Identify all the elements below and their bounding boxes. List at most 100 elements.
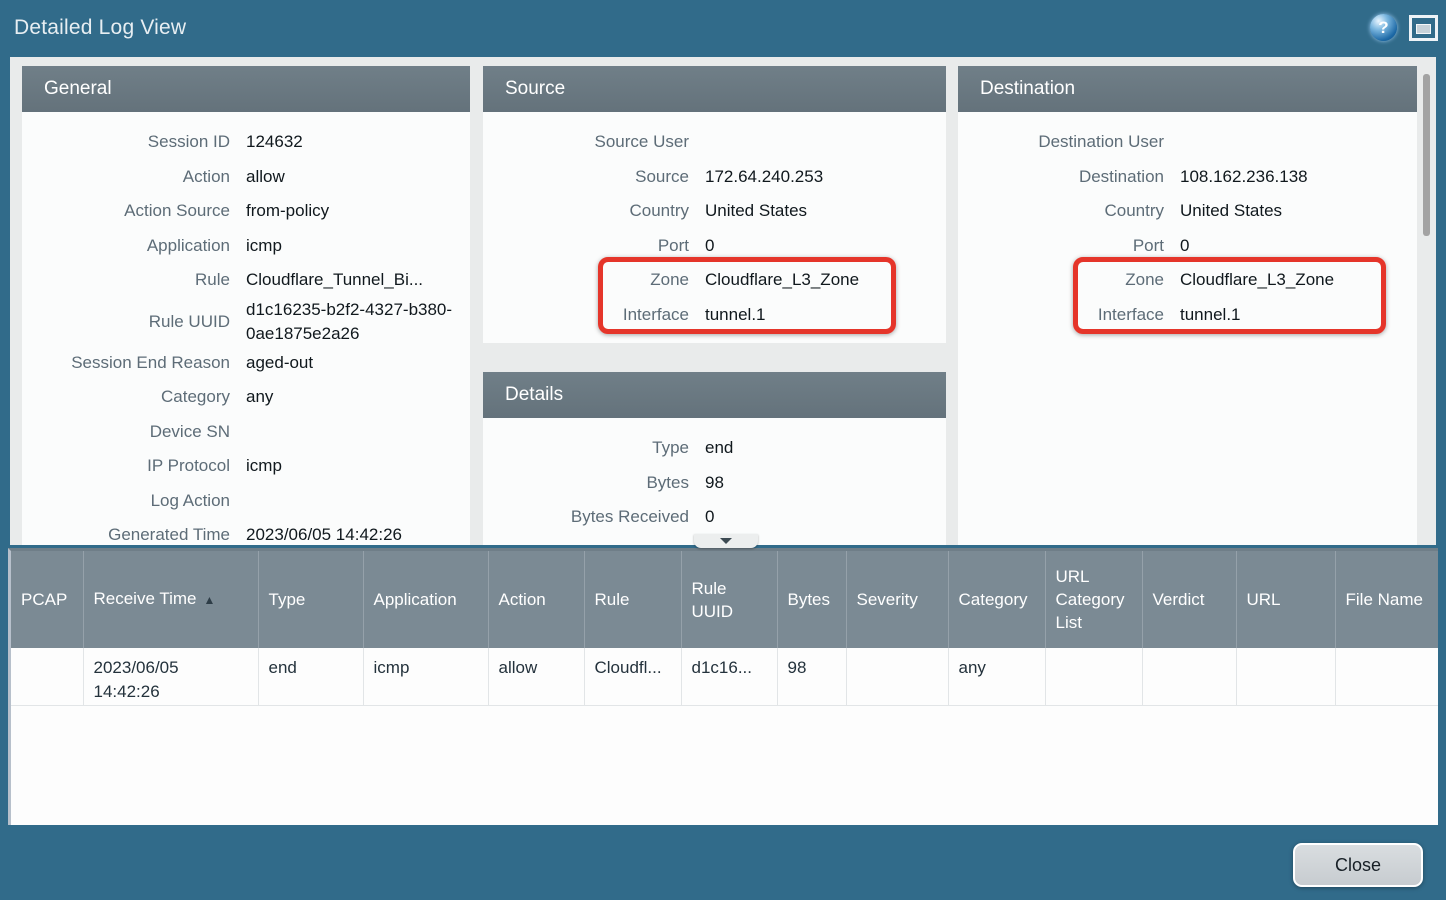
field-value: icmp xyxy=(230,454,470,478)
log-table-row[interactable]: 2023/06/05 14:42:26 end icmp allow Cloud… xyxy=(11,648,1438,705)
field-value: from-policy xyxy=(230,199,470,223)
window-restore-icon[interactable] xyxy=(1409,15,1438,41)
cell-rule-uuid: d1c16... xyxy=(681,648,777,705)
column-header-application[interactable]: Application xyxy=(363,551,488,648)
field-label: Zone xyxy=(483,270,689,290)
field-source-zone: Zone Cloudflare_L3_Zone xyxy=(483,263,946,298)
column-header-receive-time[interactable]: Receive Time▲ xyxy=(83,551,258,648)
field-label: Destination xyxy=(958,167,1164,187)
field-label: Device SN xyxy=(22,422,230,442)
field-label: Country xyxy=(958,201,1164,221)
field-value: United States xyxy=(689,199,946,223)
field-destination-port: Port 0 xyxy=(958,229,1417,264)
column-header-severity[interactable]: Severity xyxy=(846,551,948,648)
splitter-collapse-handle[interactable] xyxy=(694,534,758,548)
field-application: Application icmp xyxy=(22,229,470,264)
column-label: Action xyxy=(499,590,546,609)
field-label: Application xyxy=(22,236,230,256)
details-panel-body: Type end Bytes 98 Bytes Received 0 xyxy=(483,418,946,535)
cell-receive-time-text: 2023/06/05 14:42:26 xyxy=(94,656,212,704)
title-bar: Detailed Log View ? xyxy=(0,0,1446,55)
column-label: File Name xyxy=(1346,590,1423,609)
cell-severity xyxy=(846,648,948,705)
cell-url xyxy=(1236,648,1335,705)
column-header-type[interactable]: Type xyxy=(258,551,363,648)
column-label: Application xyxy=(374,590,457,609)
window-restore-icon-inner xyxy=(1416,24,1431,34)
field-value: 0 xyxy=(1164,234,1417,258)
detail-panels-area: General Session ID 124632 Action allow A… xyxy=(10,57,1436,545)
column-header-verdict[interactable]: Verdict xyxy=(1142,551,1236,648)
field-type: Type end xyxy=(483,431,946,466)
field-value: 0 xyxy=(689,505,946,529)
field-source-address: Source 172.64.240.253 xyxy=(483,160,946,195)
field-value: d1c16235-b2f2-4327-b380-0ae1875e2a26 xyxy=(230,298,470,346)
field-label: Session End Reason xyxy=(22,353,230,373)
column-header-action[interactable]: Action xyxy=(488,551,584,648)
sort-ascending-icon: ▲ xyxy=(203,593,215,607)
column-label: Type xyxy=(269,590,306,609)
field-label: Session ID xyxy=(22,132,230,152)
column-header-file-name[interactable]: File Name xyxy=(1335,551,1438,648)
field-label: Action Source xyxy=(22,201,230,221)
field-label: Generated Time xyxy=(22,525,230,545)
field-value: aged-out xyxy=(230,351,470,375)
column-header-url-category-list[interactable]: URL Category List xyxy=(1045,551,1142,648)
field-source-port: Port 0 xyxy=(483,229,946,264)
field-session-id: Session ID 124632 xyxy=(22,125,470,160)
field-action: Action allow xyxy=(22,160,470,195)
field-label: Category xyxy=(22,387,230,407)
field-source-country: Country United States xyxy=(483,194,946,229)
log-table-container: PCAP Receive Time▲ Type Application Acti… xyxy=(8,548,1438,825)
column-header-bytes[interactable]: Bytes xyxy=(777,551,846,648)
field-label: Rule xyxy=(22,270,230,290)
column-label: Category xyxy=(959,590,1028,609)
column-label: URL Category List xyxy=(1056,567,1125,632)
details-panel: Details Type end Bytes 98 Bytes Received… xyxy=(483,372,946,545)
field-bytes: Bytes 98 xyxy=(483,466,946,501)
cell-action: allow xyxy=(488,648,584,705)
source-panel-header: Source xyxy=(483,66,946,112)
cell-file-name xyxy=(1335,648,1438,705)
field-label: Interface xyxy=(958,305,1164,325)
field-value: 2023/06/05 14:42:26 xyxy=(230,523,470,545)
field-value: 0 xyxy=(689,234,946,258)
field-value: Cloudflare_L3_Zone xyxy=(689,268,946,292)
detailed-log-view-dialog: { "title_bar": { "title": "Detailed Log … xyxy=(0,0,1446,900)
column-header-category[interactable]: Category xyxy=(948,551,1045,648)
log-table: PCAP Receive Time▲ Type Application Acti… xyxy=(11,551,1438,706)
source-panel: Source Source User Source 172.64.240.253… xyxy=(483,66,946,343)
column-header-rule[interactable]: Rule xyxy=(584,551,681,648)
field-category: Category any xyxy=(22,380,470,415)
column-header-url[interactable]: URL xyxy=(1236,551,1335,648)
field-destination-user: Destination User xyxy=(958,125,1417,160)
cell-verdict xyxy=(1142,648,1236,705)
close-button[interactable]: Close xyxy=(1293,843,1423,887)
column-label: Rule UUID xyxy=(692,579,734,621)
field-rule: Rule Cloudflare_Tunnel_Bi... xyxy=(22,263,470,298)
column-label: Severity xyxy=(857,590,918,609)
field-label: Source User xyxy=(483,132,689,152)
field-destination-zone: Zone Cloudflare_L3_Zone xyxy=(958,263,1417,298)
column-header-rule-uuid[interactable]: Rule UUID xyxy=(681,551,777,648)
column-header-pcap[interactable]: PCAP xyxy=(11,551,83,648)
help-icon[interactable]: ? xyxy=(1370,14,1397,41)
field-label: Destination User xyxy=(958,132,1164,152)
details-panel-header: Details xyxy=(483,372,946,418)
field-value: 172.64.240.253 xyxy=(689,165,946,189)
field-device-sn: Device SN xyxy=(22,415,470,450)
vertical-scrollbar-thumb[interactable] xyxy=(1423,74,1430,236)
field-value: Cloudflare_L3_Zone xyxy=(1164,268,1417,292)
field-label: Bytes xyxy=(483,473,689,493)
column-label: Verdict xyxy=(1153,590,1205,609)
field-source-user: Source User xyxy=(483,125,946,160)
cell-application: icmp xyxy=(363,648,488,705)
cell-url-category-list xyxy=(1045,648,1142,705)
cell-type: end xyxy=(258,648,363,705)
general-panel-body: Session ID 124632 Action allow Action So… xyxy=(22,112,470,545)
cell-category: any xyxy=(948,648,1045,705)
cell-pcap xyxy=(11,648,83,705)
field-label: Bytes Received xyxy=(483,507,689,527)
field-source-interface: Interface tunnel.1 xyxy=(483,298,946,333)
field-value: icmp xyxy=(230,234,470,258)
